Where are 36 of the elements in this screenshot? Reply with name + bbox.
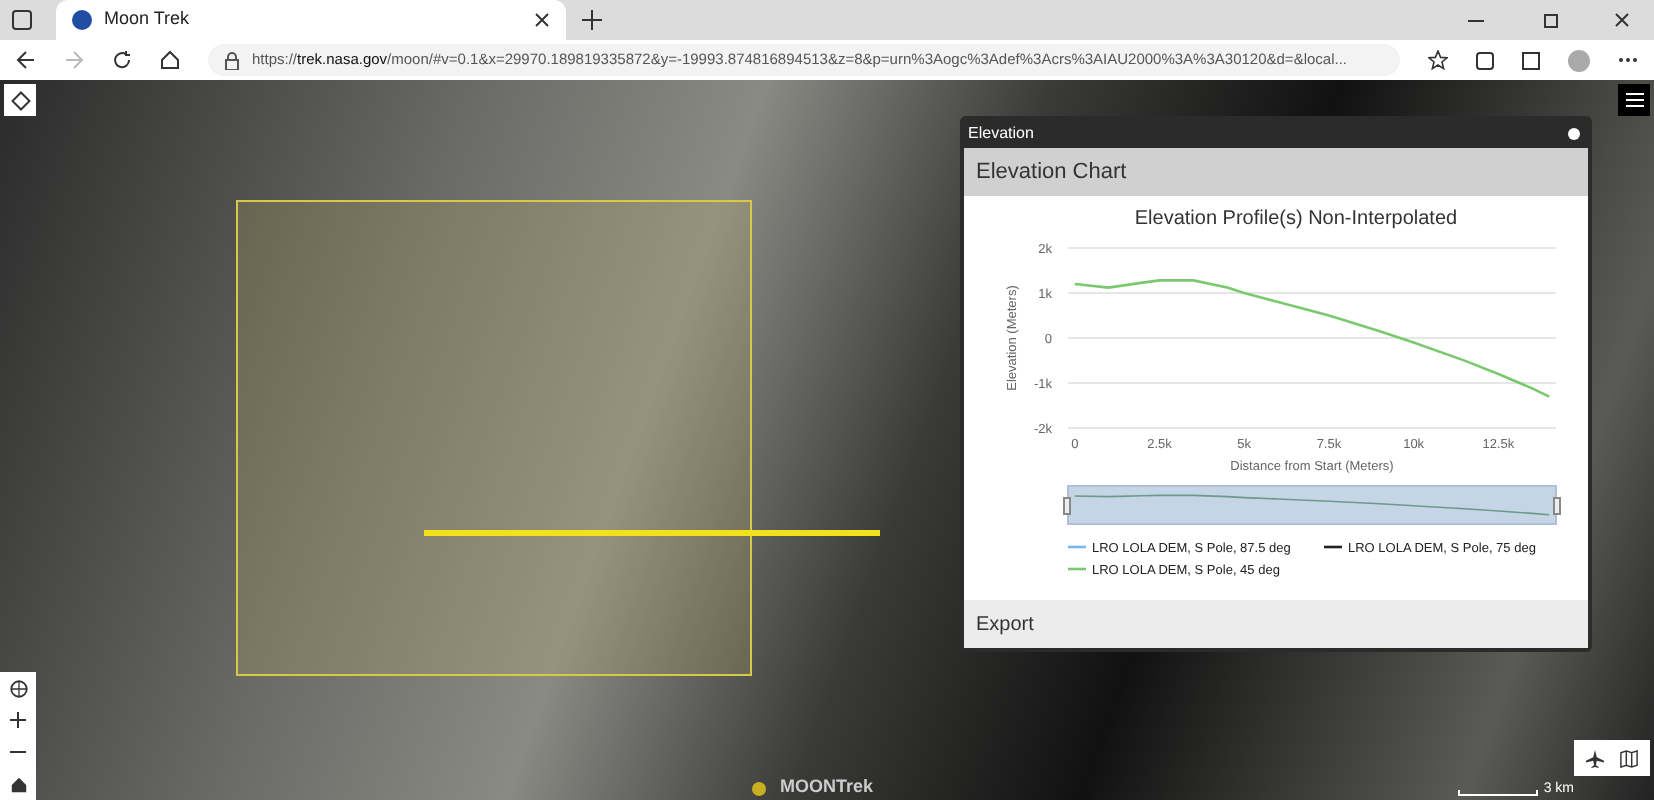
more-icon[interactable]	[1618, 56, 1638, 64]
range-handle[interactable]	[1063, 497, 1071, 515]
zoom-in-icon[interactable]	[10, 712, 26, 728]
panel-title: Elevation	[968, 122, 1034, 146]
browser-tab[interactable]: Moon Trek	[56, 0, 566, 40]
menu-icon	[1625, 92, 1643, 108]
logo-text: MOONTrek	[780, 773, 874, 799]
extensions-icon[interactable]	[1522, 51, 1540, 69]
menu-button[interactable]	[1618, 84, 1650, 116]
maximize-icon[interactable]	[1544, 13, 1558, 27]
refresh-icon[interactable]	[112, 50, 132, 70]
section-header[interactable]: Elevation Chart	[964, 148, 1588, 196]
layers-icon	[10, 90, 30, 110]
chart-title: Elevation Profile(s) Non-Interpolated	[1134, 208, 1458, 230]
favorite-icon[interactable]	[1428, 50, 1448, 70]
home-icon[interactable]	[160, 50, 180, 70]
back-icon[interactable]	[16, 50, 36, 70]
close-button[interactable]	[1568, 128, 1580, 140]
home-icon[interactable]	[9, 775, 27, 793]
close-icon[interactable]	[534, 12, 550, 28]
map-icon[interactable]	[1620, 749, 1638, 767]
close-window-icon[interactable]	[1614, 12, 1630, 28]
scale-bar	[1457, 790, 1538, 796]
tab-actions-icon[interactable]	[12, 10, 32, 30]
minimize-icon[interactable]	[1468, 19, 1484, 21]
export-button[interactable]: Export	[964, 600, 1588, 648]
globe-icon[interactable]	[9, 679, 27, 697]
airplane-icon[interactable]	[1586, 749, 1604, 767]
range-handle[interactable]	[1553, 497, 1561, 515]
collections-icon[interactable]	[1476, 51, 1494, 69]
lock-icon	[224, 51, 240, 69]
moon-logo-icon	[72, 10, 92, 30]
tab-title: Moon Trek	[104, 6, 192, 33]
new-tab-icon[interactable]	[582, 10, 602, 30]
moon-logo-icon	[752, 782, 766, 796]
layers-button[interactable]	[4, 84, 36, 116]
